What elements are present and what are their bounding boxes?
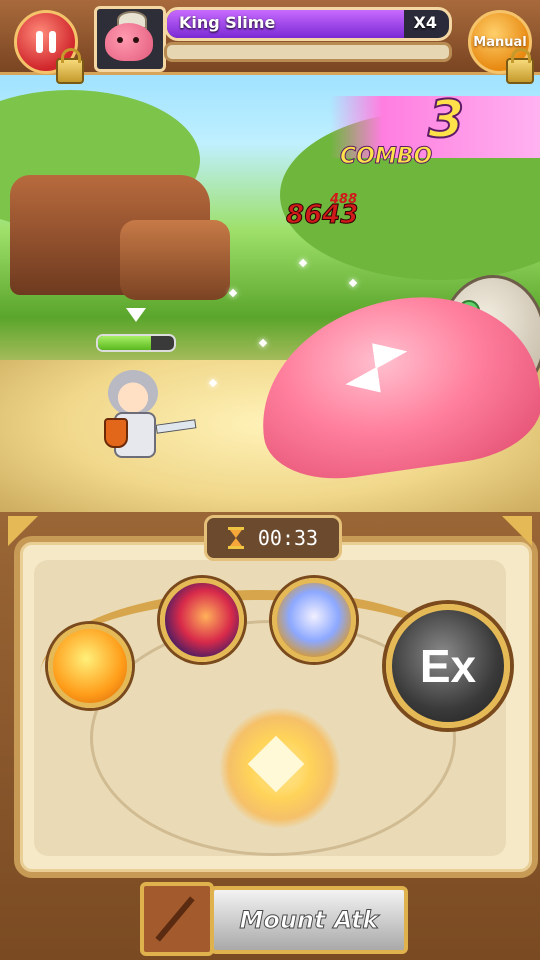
lock-icon xyxy=(56,48,84,84)
slime-eye xyxy=(344,367,381,397)
slime-eye xyxy=(372,338,409,368)
boss-hp-multiplier: X4 xyxy=(413,13,437,32)
hourglass-icon xyxy=(227,527,244,549)
boss-portrait xyxy=(94,6,166,72)
rock-cliff xyxy=(120,220,230,300)
skill-button-sword-burst[interactable] xyxy=(48,624,132,708)
hero-hp-bar xyxy=(96,334,176,352)
slime-face-icon xyxy=(105,23,153,61)
combo-label: COMBO xyxy=(339,144,433,170)
timer-value: 00:33 xyxy=(257,526,319,550)
hero-marker-icon xyxy=(126,308,146,322)
pause-icon xyxy=(36,31,43,53)
mount-attack-button[interactable]: Mount Atk xyxy=(210,886,408,954)
combo-count: 3 xyxy=(427,89,465,151)
sparkle xyxy=(348,278,358,288)
skill-button-shield[interactable] xyxy=(272,578,356,662)
hero-hp-fill xyxy=(98,336,152,350)
pause-icon xyxy=(49,31,56,53)
boss-sub-bar xyxy=(164,42,452,62)
sparkle xyxy=(228,288,238,298)
lock-icon xyxy=(506,48,534,84)
skill-button-fire-slash[interactable] xyxy=(160,578,244,662)
hero-head xyxy=(108,370,158,416)
shield-icon xyxy=(104,418,128,448)
battle-timer: 00:33 xyxy=(204,515,342,561)
hero-character xyxy=(100,370,197,470)
ex-skill-button[interactable]: Ex xyxy=(386,604,510,728)
boss-name: King Slime xyxy=(179,13,276,32)
mount-weapon-slot[interactable] xyxy=(140,882,214,956)
sparkle xyxy=(258,338,268,348)
boss-hp-bar: King Slime X4 xyxy=(164,7,452,41)
damage-number: 8643 xyxy=(285,200,359,231)
sparkle xyxy=(298,258,308,268)
